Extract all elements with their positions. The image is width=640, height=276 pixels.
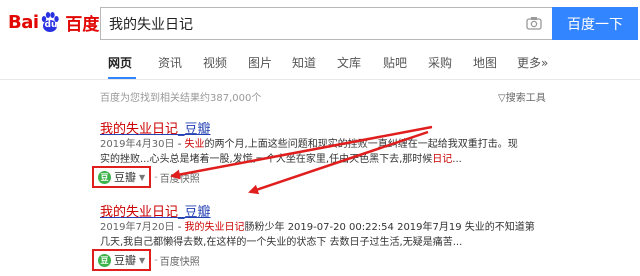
tab-tieba[interactable]: 贴吧 xyxy=(383,54,407,71)
tab-purchase[interactable]: 采购 xyxy=(428,54,452,71)
chevron-down-icon[interactable]: ▼ xyxy=(139,173,145,182)
chevron-down-icon[interactable]: ▼ xyxy=(139,256,145,265)
tab-map[interactable]: 地图 xyxy=(473,54,497,71)
header: Bai du 百度 我的失业日记 百度一下 xyxy=(0,0,640,46)
search-button[interactable]: 百度一下 xyxy=(552,7,638,40)
result-title[interactable]: 我的失业日记_豆瓣 xyxy=(100,118,211,137)
tab-video[interactable]: 视频 xyxy=(203,54,227,71)
search-input[interactable]: 我的失业日记 xyxy=(100,7,552,40)
result-source-row: 豆 豆瓣 ▼ - 百度快照 xyxy=(92,249,200,271)
logo-bai-text: Bai xyxy=(8,11,39,33)
result-snippet: 2019年7月20日 - 我的失业日记肠粉少年 2019-07-20 00:22… xyxy=(100,220,535,250)
result-count: 百度为您找到相关结果约387,000个 xyxy=(100,93,262,104)
title-rest: _豆瓣 xyxy=(178,205,211,220)
snippet-text: 的两个月,上面这些问题和现实的挫败一直纠缠在一起给我双重打击。现 xyxy=(204,139,518,150)
tab-wenku[interactable]: 文库 xyxy=(337,54,361,71)
tab-more[interactable]: 更多» xyxy=(517,54,548,71)
snippet-text: ... xyxy=(452,154,462,165)
logo-cn-text: 百度 xyxy=(65,14,100,35)
snippet-text: 肠粉少年 2019-07-20 00:22:54 2019年7月19 失业的不知… xyxy=(244,222,535,233)
snippet-highlight: 我的失业日记 xyxy=(184,222,245,233)
result-date: 2019年7月20日 xyxy=(100,222,175,233)
title-highlight: 我的失业日记 xyxy=(100,122,179,137)
result-source-row: 豆 豆瓣 ▼ - 百度快照 xyxy=(92,166,200,188)
cache-link[interactable]: 百度快照 xyxy=(160,253,200,268)
tab-zhidao[interactable]: 知道 xyxy=(292,54,316,71)
snippet-text: 几天,我自己都懒得去数,在这样的一个失业的状态下 去数日子过生活,无疑是痛苦..… xyxy=(100,237,463,248)
search-query: 我的失业日记 xyxy=(109,16,193,33)
snippet-separator: - xyxy=(174,222,185,233)
separator: - xyxy=(154,171,158,183)
logo-du-text: du xyxy=(44,20,58,30)
search-tabs: 网页 资讯 视频 图片 知道 文库 贴吧 采购 地图 更多» xyxy=(0,46,640,80)
cache-link[interactable]: 百度快照 xyxy=(160,170,200,185)
tab-web[interactable]: 网页 xyxy=(108,54,132,71)
camera-icon[interactable] xyxy=(526,16,542,30)
result-snippet: 2019年4月30日 - 失业的两个月,上面这些问题和现实的挫败一直纠缠在一起给… xyxy=(100,137,518,167)
active-tab-indicator xyxy=(108,77,136,79)
tab-images[interactable]: 图片 xyxy=(248,54,272,71)
tab-news[interactable]: 资讯 xyxy=(158,54,182,71)
source-annotation-box[interactable]: 豆 豆瓣 ▼ xyxy=(92,249,152,271)
result-date: 2019年4月30日 xyxy=(100,139,175,150)
snippet-text: 实的挫败...心头总是堵着一股,发慌,一个人坐在家里,任由天色黑下去,那时候 xyxy=(100,154,433,165)
result-title[interactable]: 我的失业日记_豆瓣 xyxy=(100,201,211,220)
source-annotation-box[interactable]: 豆 豆瓣 ▼ xyxy=(92,166,152,188)
baidu-logo[interactable]: Bai du 百度 xyxy=(8,10,100,35)
separator: - xyxy=(154,254,158,266)
douban-logo-icon: 豆 xyxy=(98,170,111,184)
source-name: 豆瓣 xyxy=(114,171,136,184)
source-name: 豆瓣 xyxy=(114,254,136,267)
douban-logo-icon: 豆 xyxy=(98,253,111,267)
title-rest: _豆瓣 xyxy=(178,122,211,137)
snippet-highlight: 失业 xyxy=(184,139,205,150)
title-highlight: 我的失业日记 xyxy=(100,205,179,220)
search-tools-button[interactable]: ▽搜索工具 xyxy=(498,89,546,104)
snippet-highlight: 日记 xyxy=(432,154,453,165)
snippet-separator: - xyxy=(174,139,185,150)
